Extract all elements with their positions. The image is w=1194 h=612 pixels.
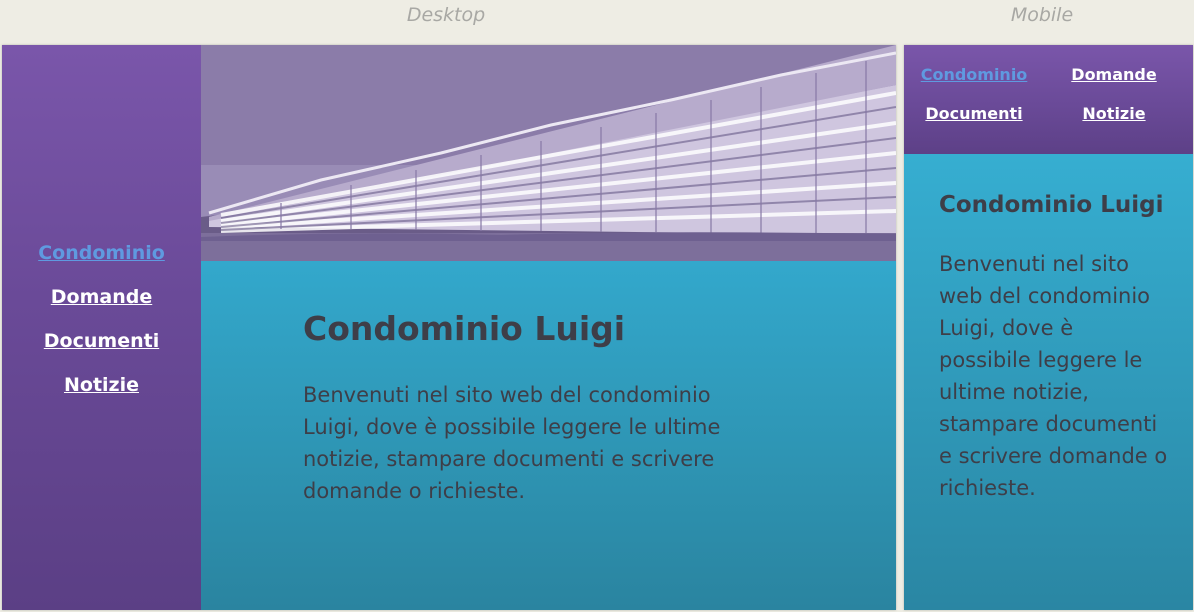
welcome-text: Benvenuti nel sito web del condominio Lu…	[303, 383, 721, 503]
hero-image	[201, 45, 896, 261]
nav-link-domande[interactable]: Domande	[51, 286, 152, 308]
desktop-nav-item-documenti: Documenti	[2, 327, 201, 371]
desktop-nav-item-condominio: Condominio	[2, 239, 201, 283]
mobile-welcome-text: Benvenuti nel sito web del condominio Lu…	[939, 252, 1168, 500]
desktop-nav-item-notizie: Notizie	[2, 371, 201, 415]
mobile-nav-item-documenti: Documenti	[904, 101, 1044, 126]
nav-link-notizie[interactable]: Notizie	[64, 374, 139, 396]
mobile-nav-link-documenti[interactable]: Documenti	[925, 104, 1022, 123]
nav-link-condominio[interactable]: Condominio	[38, 242, 165, 264]
nav-link-documenti[interactable]: Documenti	[44, 330, 159, 352]
desktop-mockup: Condominio Domande Documenti Notizie Con…	[2, 45, 896, 610]
mobile-nav-link-condominio[interactable]: Condominio	[921, 65, 1028, 84]
mobile-nav-item-condominio: Condominio	[904, 62, 1044, 87]
mobile-page-title: Condominio Luigi	[939, 192, 1164, 218]
desktop-sidebar: Condominio Domande Documenti Notizie	[2, 45, 201, 610]
mobile-mockup: Condominio Domande Documenti Notizie Con…	[904, 45, 1193, 610]
desktop-nav-item-domande: Domande	[2, 283, 201, 327]
mobile-nav-item-notizie: Notizie	[1044, 101, 1184, 126]
mobile-nav-link-notizie[interactable]: Notizie	[1082, 104, 1145, 123]
desktop-content: Condominio Luigi Benvenuti nel sito web …	[201, 261, 896, 610]
mobile-nav-link-domande[interactable]: Domande	[1071, 65, 1156, 84]
mobile-label: Mobile	[1010, 4, 1074, 26]
page-title: Condominio Luigi	[303, 309, 626, 348]
mobile-content: Condominio Luigi Benvenuti nel sito web …	[904, 154, 1193, 610]
mobile-nav-item-domande: Domande	[1044, 62, 1184, 87]
mobile-nav: Condominio Domande Documenti Notizie	[904, 62, 1193, 126]
apartment-building-photo	[201, 45, 896, 261]
desktop-nav: Condominio Domande Documenti Notizie	[2, 239, 201, 415]
desktop-label: Desktop	[406, 4, 486, 26]
mobile-header: Condominio Domande Documenti Notizie	[904, 45, 1193, 154]
